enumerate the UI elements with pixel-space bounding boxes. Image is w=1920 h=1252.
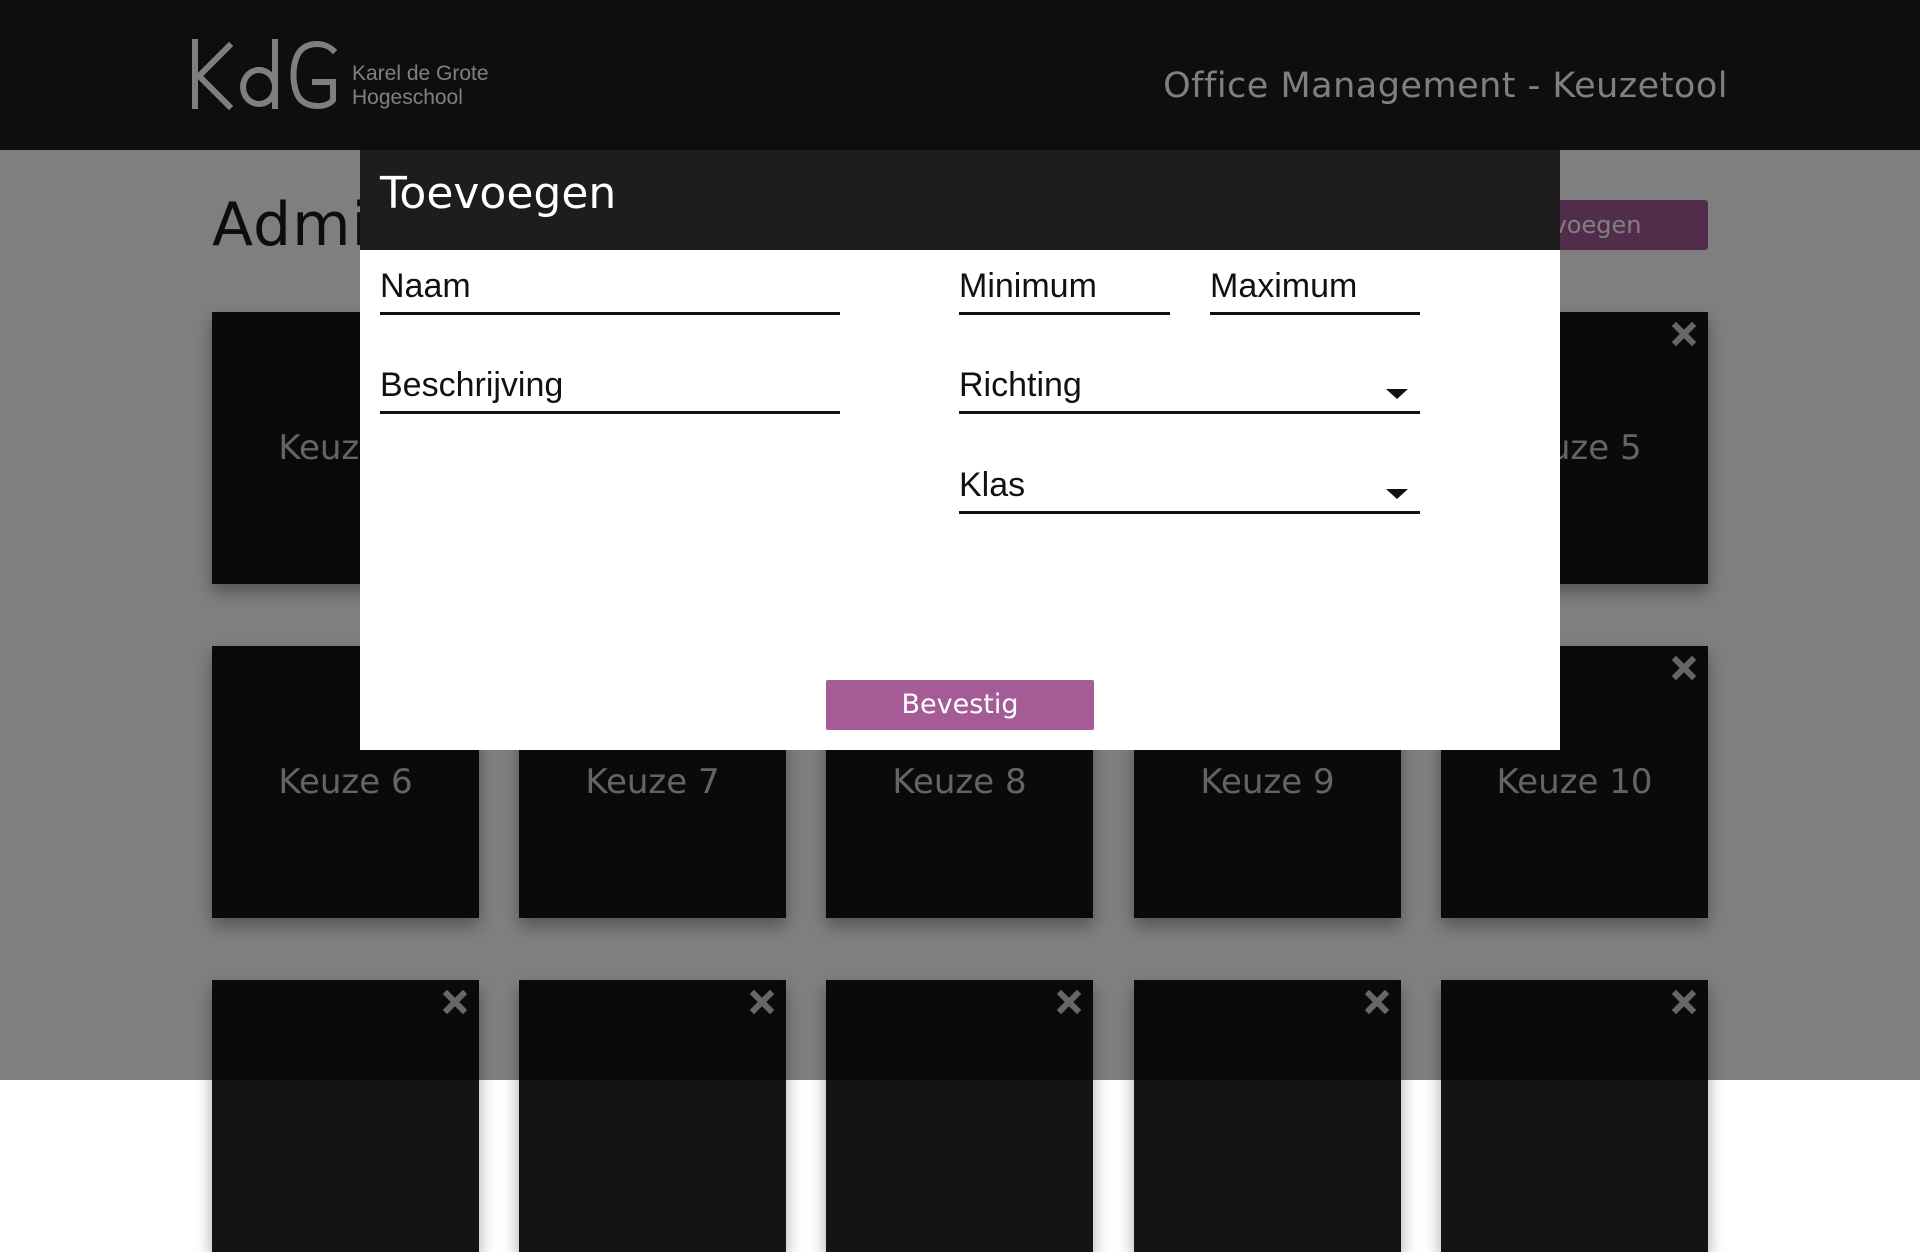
maximum-label: Maximum [1210,267,1358,305]
richting-label: Richting [959,366,1082,404]
klas-label: Klas [959,466,1026,504]
add-modal: Toevoegen Naam Beschrijving Minimum Maxi… [360,150,1560,750]
beschrijving-field[interactable]: Beschrijving [380,361,840,414]
klas-select[interactable]: Klas [959,461,1420,514]
chevron-down-icon [1386,489,1408,499]
naam-field[interactable]: Naam [380,262,840,315]
maximum-field[interactable]: Maximum [1210,262,1420,315]
richting-select[interactable]: Richting [959,361,1420,414]
beschrijving-label: Beschrijving [380,366,564,404]
confirm-button[interactable]: Bevestig [826,680,1094,730]
minimum-label: Minimum [959,267,1097,305]
modal-title: Toevoegen [380,168,617,219]
minimum-field[interactable]: Minimum [959,262,1170,315]
modal-header: Toevoegen [360,150,1560,250]
naam-label: Naam [380,267,471,305]
chevron-down-icon [1386,389,1408,399]
